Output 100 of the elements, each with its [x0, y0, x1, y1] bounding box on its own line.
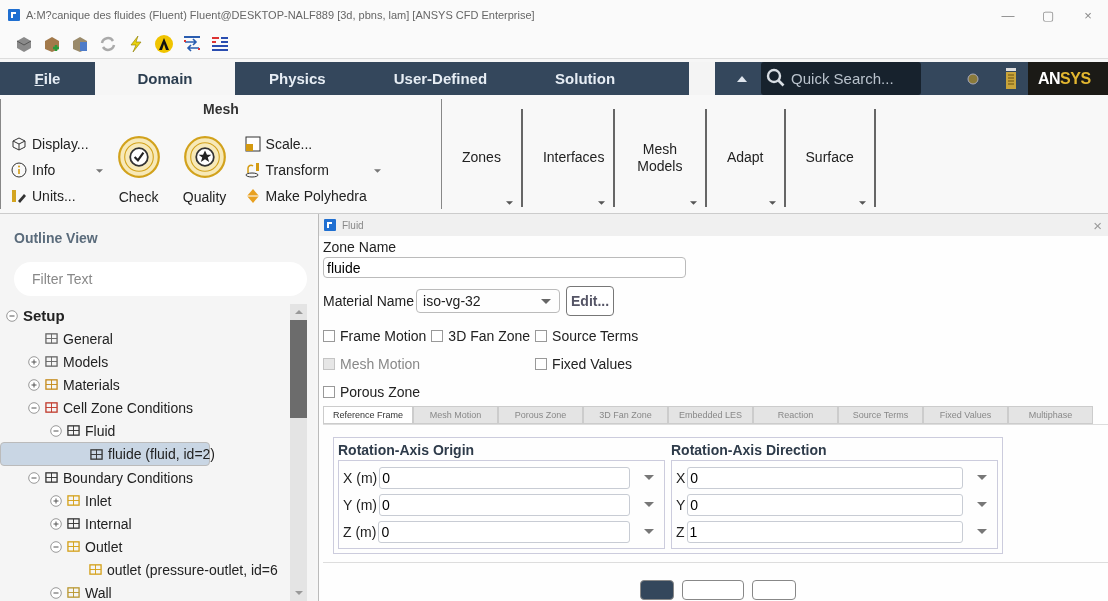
- close-button[interactable]: ×: [1068, 6, 1108, 24]
- axis-field[interactable]: 1: [686, 520, 963, 543]
- group-title: Mesh: [202, 101, 240, 117]
- caret-icon: [597, 201, 605, 205]
- book-icon[interactable]: [1005, 67, 1018, 90]
- maximize-button[interactable]: ▢: [1028, 6, 1068, 24]
- checkbox[interactable]: 3D Fan Zone: [431, 322, 531, 350]
- minimize-button[interactable]: —: [988, 6, 1028, 24]
- edit-button[interactable]: Edit...: [566, 286, 615, 316]
- caret-icon[interactable]: [644, 529, 654, 534]
- caret-icon[interactable]: [977, 529, 987, 534]
- checkbox[interactable]: Fixed Values: [535, 350, 639, 378]
- window-title: A:M?canique des fluides (Fluent) Fluent@DESKTOP-NALF889 [3d, pbns, lam] [ANSYS CFD Enterprise]: [26, 9, 535, 21]
- transform-button[interactable]: Transform: [244, 157, 377, 183]
- toggle-icon[interactable]: [6, 309, 18, 322]
- caret-icon: [541, 298, 552, 304]
- caret-icon[interactable]: [644, 475, 654, 480]
- tree-item[interactable]: outlet (pressure-outlet, id=6: [0, 558, 290, 581]
- tree-item[interactable]: Models: [0, 350, 290, 373]
- cube-icon[interactable]: [14, 34, 34, 54]
- dialog-button[interactable]: [640, 580, 674, 600]
- polyhedra-button[interactable]: Make Polyhedra: [244, 183, 377, 209]
- units-button[interactable]: Units...: [11, 183, 99, 209]
- toggle-icon[interactable]: [50, 494, 62, 507]
- mesh-check-icon: [116, 135, 161, 179]
- scale-icon: [244, 136, 261, 152]
- scroll-up-icon[interactable]: [294, 310, 303, 314]
- ribbon-tab[interactable]: Domain: [95, 62, 235, 95]
- checkbox[interactable]: Frame Motion: [323, 322, 427, 350]
- toggle-icon[interactable]: [28, 471, 40, 484]
- checkbox[interactable]: Porous Zone: [323, 378, 427, 406]
- axis-field[interactable]: 0: [378, 493, 630, 516]
- dialog-button[interactable]: [682, 580, 744, 600]
- tree-item[interactable]: Boundary Conditions: [0, 466, 290, 489]
- tree-item[interactable]: Fluid: [0, 419, 290, 442]
- box-arrow-icon[interactable]: [42, 34, 62, 54]
- transform-icon: [244, 162, 261, 178]
- tree-item[interactable]: General: [0, 327, 290, 350]
- ribbon-group-button[interactable]: Zones: [442, 109, 523, 207]
- toggle-icon[interactable]: [28, 378, 40, 391]
- group-title: Rotation-Axis Origin: [338, 442, 476, 458]
- refresh-icon[interactable]: [98, 34, 118, 54]
- tree-item[interactable]: Wall: [0, 581, 290, 601]
- field-label: X: [676, 469, 686, 486]
- tree-item[interactable]: Outlet: [0, 535, 290, 558]
- search-field[interactable]: Quick Search...: [761, 62, 922, 95]
- info-button[interactable]: Info: [11, 157, 99, 183]
- display-button[interactable]: Display...: [11, 131, 99, 157]
- filter-field[interactable]: Filter Text: [14, 262, 307, 296]
- ribbon-group-button[interactable]: Surface: [785, 109, 876, 207]
- caret-icon[interactable]: [644, 502, 654, 507]
- caret-icon[interactable]: [373, 169, 381, 173]
- panel-title: Outline View: [13, 229, 99, 246]
- dialog-button[interactable]: [752, 580, 796, 600]
- node-icon: [89, 563, 102, 576]
- node-icon: [67, 540, 80, 553]
- arrows-icon[interactable]: [182, 34, 202, 54]
- dialog-tab[interactable]: Reference Frame: [323, 406, 413, 424]
- toggle-icon[interactable]: [50, 586, 62, 599]
- caret-icon[interactable]: [95, 169, 103, 173]
- axis-field[interactable]: 0: [378, 520, 630, 543]
- info-icon: [11, 162, 27, 178]
- toggle-icon[interactable]: [50, 424, 62, 437]
- toggle-icon[interactable]: [50, 517, 62, 530]
- node-icon: [67, 517, 80, 530]
- axis-field[interactable]: 0: [379, 466, 630, 489]
- scrollbar[interactable]: [290, 304, 307, 601]
- caret-icon: [689, 201, 697, 205]
- ribbon-group-button[interactable]: Adapt: [706, 109, 786, 207]
- ribbon-group-button[interactable]: Mesh Models: [614, 109, 707, 207]
- ansys-logo: ANSYS: [1028, 62, 1108, 95]
- zone-name-field[interactable]: fluide: [323, 257, 686, 278]
- material-dropdown[interactable]: iso-vg-32: [416, 289, 561, 313]
- collapse-icon[interactable]: [737, 75, 748, 82]
- toggle-icon[interactable]: [50, 540, 62, 553]
- tree-item[interactable]: Internal: [0, 512, 290, 535]
- scale-button[interactable]: Scale...: [244, 131, 377, 157]
- lines-icon[interactable]: [210, 34, 230, 54]
- checkbox[interactable]: Source Terms: [535, 322, 639, 350]
- calculator-icon[interactable]: [70, 34, 90, 54]
- quality-button[interactable]: Quality: [178, 135, 231, 209]
- axis-field[interactable]: 0: [687, 493, 963, 516]
- caret-icon[interactable]: [977, 502, 987, 507]
- tree-item[interactable]: Cell Zone Conditions: [0, 396, 290, 419]
- field-label: Zone Name: [323, 239, 398, 255]
- diamond-icon: [244, 188, 261, 204]
- toggle-icon[interactable]: [28, 401, 40, 414]
- tree-item[interactable]: Setup: [0, 304, 290, 327]
- field-label: Material Name: [323, 293, 415, 309]
- check-button[interactable]: Check: [112, 135, 165, 209]
- axis-field[interactable]: 0: [687, 466, 963, 489]
- toggle-icon[interactable]: [28, 355, 40, 368]
- tree-item[interactable]: Materials: [0, 373, 290, 396]
- caret-icon[interactable]: [977, 475, 987, 480]
- ribbon-group-button[interactable]: Interfaces: [522, 109, 615, 207]
- node-icon: [45, 332, 58, 345]
- letter-a-icon[interactable]: [154, 34, 174, 54]
- scroll-down-icon[interactable]: [294, 591, 303, 595]
- caret-icon: [505, 201, 513, 205]
- tree-item[interactable]: Inlet: [0, 489, 290, 512]
